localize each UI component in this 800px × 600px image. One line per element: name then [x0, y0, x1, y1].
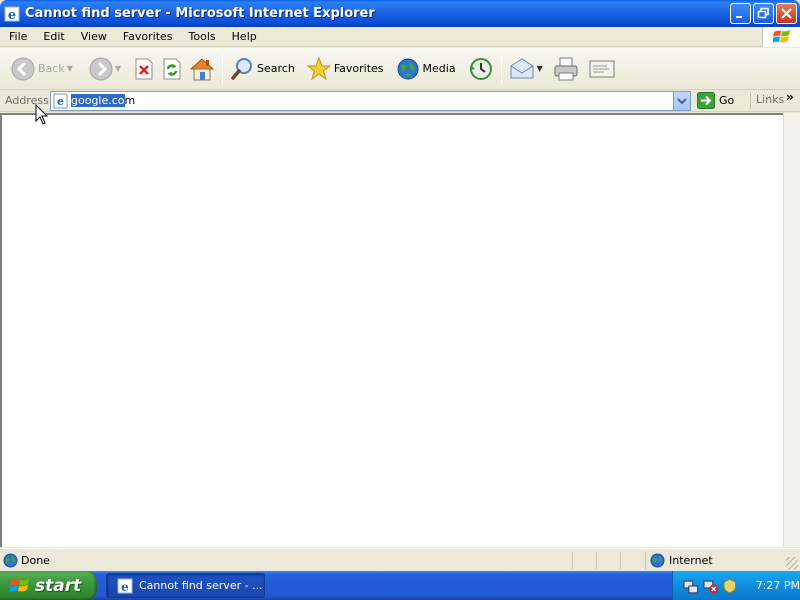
printer-icon [554, 57, 578, 80]
history-clock-icon [469, 57, 492, 80]
mail-button[interactable]: ▼ [506, 51, 546, 87]
minimize-button[interactable] [730, 3, 751, 24]
ie-icon: e [117, 578, 133, 594]
page-content[interactable] [0, 113, 783, 547]
mail-envelope-icon [510, 57, 534, 78]
search-icon [231, 57, 253, 80]
svg-text:e: e [8, 8, 16, 22]
forward-button[interactable]: ▼ [86, 51, 124, 87]
taskbar-item-ie[interactable]: e Cannot find server - ... [106, 573, 265, 598]
status-bar: Done Internet [0, 548, 800, 571]
restore-button[interactable] [753, 3, 774, 24]
forward-arrow-icon [89, 57, 113, 80]
back-label: Back [38, 62, 65, 75]
stop-icon [135, 58, 153, 79]
refresh-icon [163, 58, 181, 79]
tray-security-icon[interactable] [722, 578, 738, 594]
status-divider [572, 552, 573, 569]
favorites-button[interactable]: Favorites [304, 51, 387, 87]
status-text: Done [21, 554, 50, 567]
menu-favorites[interactable]: Favorites [115, 27, 181, 47]
edit-button[interactable] [586, 51, 618, 87]
tray-network-error-icon[interactable] [703, 578, 719, 594]
close-button[interactable] [776, 3, 797, 24]
restore-icon [757, 7, 769, 19]
ie-icon: e [4, 6, 20, 22]
media-button[interactable]: Media [393, 51, 459, 87]
menu-file[interactable]: File [0, 27, 35, 47]
menu-view[interactable]: View [73, 27, 115, 47]
media-label: Media [422, 62, 456, 75]
address-unselected-text: m [124, 94, 136, 107]
svg-text:e: e [57, 95, 64, 108]
back-dropdown-icon[interactable]: ▼ [67, 64, 73, 73]
standard-toolbar: Back ▼ ▼ Search Favorites Media ▼ [0, 48, 800, 90]
refresh-button[interactable] [158, 51, 186, 87]
toolbar-separator [500, 53, 502, 84]
svg-text:e: e [121, 580, 129, 594]
page-ie-icon: e [53, 93, 68, 109]
go-arrow-icon [697, 92, 715, 109]
favorites-label: Favorites [333, 62, 384, 75]
search-label: Search [257, 62, 295, 75]
links-chevron-icon[interactable]: » [786, 90, 794, 104]
stop-button[interactable] [130, 51, 158, 87]
tray-network-icon[interactable] [683, 578, 699, 594]
back-arrow-icon [11, 57, 35, 80]
windows-logo [762, 27, 800, 47]
address-value: google.com [71, 94, 135, 108]
status-divider [620, 552, 621, 569]
zone-text: Internet [669, 554, 713, 567]
menu-bar: File Edit View Favorites Tools Help [0, 27, 800, 47]
status-divider [645, 552, 646, 569]
address-selected-text: google.co [71, 94, 125, 107]
toolbar-separator [222, 53, 224, 84]
resize-grip[interactable] [786, 557, 798, 569]
chevron-down-icon [677, 98, 687, 105]
home-icon [189, 57, 215, 80]
address-dropdown-button[interactable] [673, 92, 690, 110]
taskbar: start e Cannot find server - ... 7:27 PM [0, 571, 800, 600]
go-label: Go [719, 94, 735, 107]
status-divider [596, 552, 597, 569]
taskbar-item-label: Cannot find server - ... [139, 579, 263, 592]
media-globe-icon [397, 58, 419, 79]
links-button[interactable]: Links [750, 93, 784, 109]
mail-dropdown-icon[interactable]: ▼ [537, 64, 543, 73]
status-page-icon [3, 553, 18, 568]
internet-zone-icon [650, 553, 665, 568]
back-button[interactable]: Back ▼ [8, 51, 76, 87]
search-button[interactable]: Search [227, 51, 298, 87]
menu-edit[interactable]: Edit [35, 27, 72, 47]
mouse-cursor-icon [35, 104, 49, 125]
print-button[interactable] [550, 51, 582, 87]
title-bar[interactable]: e Cannot find server - Microsoft Interne… [0, 0, 800, 27]
vertical-scrollbar[interactable] [783, 113, 800, 547]
menu-help[interactable]: Help [224, 27, 265, 47]
edit-document-icon [589, 60, 615, 77]
minimize-icon [736, 16, 742, 18]
windows-flag-icon [10, 578, 29, 592]
clock: 7:27 PM [755, 579, 800, 592]
star-icon [306, 56, 331, 80]
go-button[interactable]: Go [697, 92, 734, 109]
address-input[interactable]: e google.com [50, 91, 691, 111]
start-button[interactable]: start [0, 571, 97, 600]
start-label: start [35, 575, 82, 596]
forward-dropdown-icon[interactable]: ▼ [115, 64, 121, 73]
history-button[interactable] [465, 51, 497, 87]
home-button[interactable] [186, 51, 218, 87]
address-bar: Address e google.com Go Links » [0, 90, 800, 112]
close-icon [781, 8, 792, 19]
system-tray: 7:27 PM [672, 571, 800, 600]
windows-flag-icon [772, 30, 790, 43]
menu-tools[interactable]: Tools [181, 27, 224, 47]
window-title: Cannot find server - Microsoft Internet … [25, 6, 375, 21]
